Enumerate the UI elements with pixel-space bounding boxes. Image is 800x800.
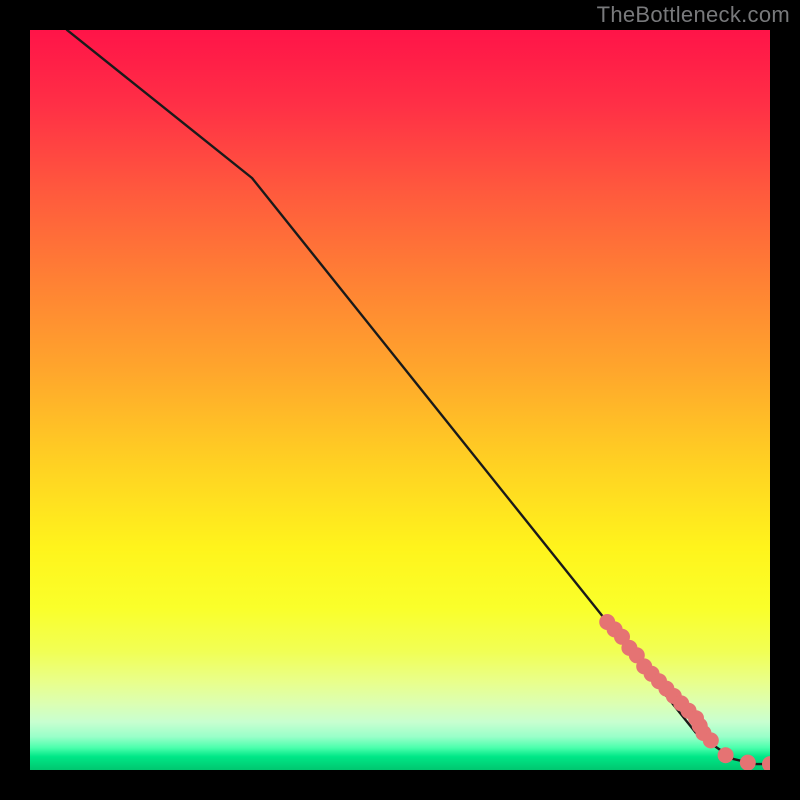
plot-area bbox=[30, 30, 770, 770]
scatter-point bbox=[740, 755, 756, 770]
chart-container: TheBottleneck.com bbox=[0, 0, 800, 800]
chart-overlay bbox=[30, 30, 770, 770]
watermark-label: TheBottleneck.com bbox=[597, 2, 790, 28]
scatter-point bbox=[703, 732, 719, 748]
scatter-point bbox=[718, 747, 734, 763]
bottleneck-curve bbox=[67, 30, 770, 764]
scatter-point bbox=[762, 756, 770, 770]
highlight-points bbox=[599, 614, 770, 770]
